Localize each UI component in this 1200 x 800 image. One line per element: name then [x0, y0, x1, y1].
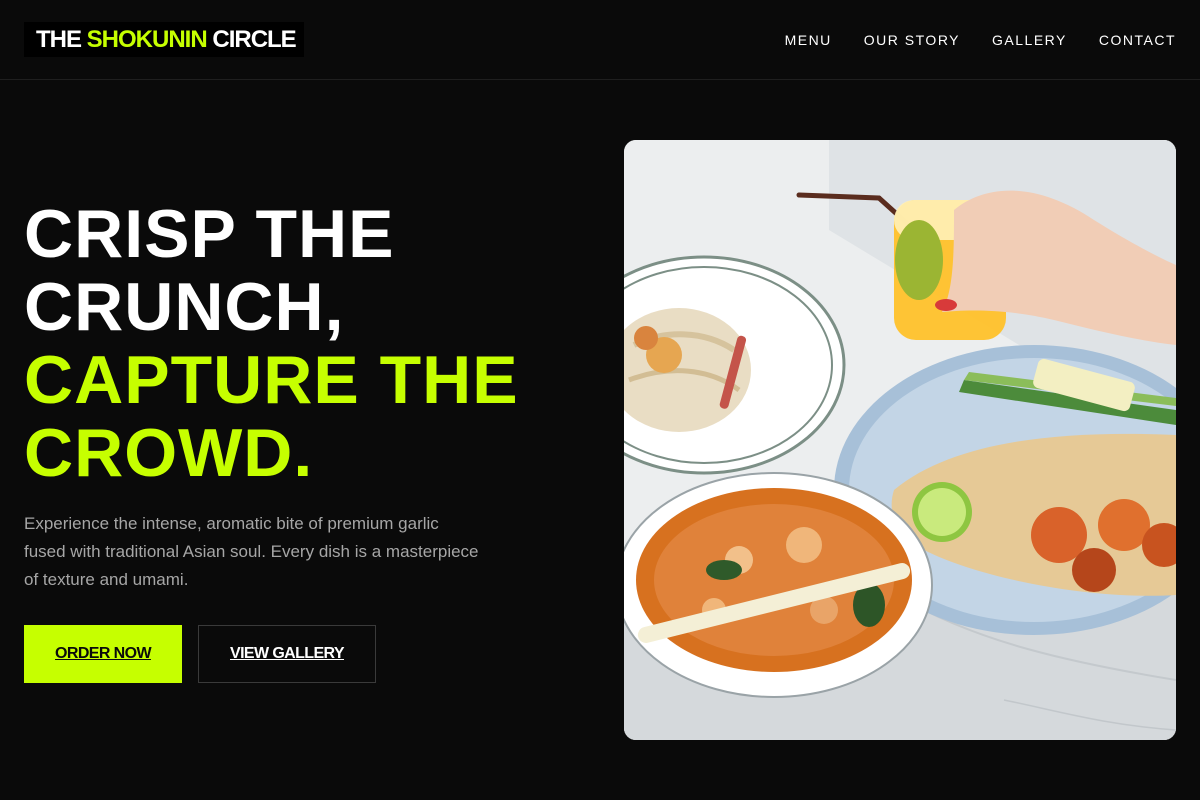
nav-link-contact[interactable]: CONTACT	[1099, 31, 1176, 49]
hero-headline: CRISP THE CRUNCH, CAPTURE THE CROWD.	[24, 198, 584, 490]
nav-link-gallery[interactable]: GALLERY	[992, 31, 1067, 49]
logo-text-shokunin: SHOKUNIN	[86, 26, 208, 53]
soup-bowl	[624, 472, 933, 698]
site-header: THE SHOKUNIN CIRCLE MENU OUR STORY GALLE…	[0, 0, 1200, 80]
headline-line-2: CRUNCH,	[24, 269, 345, 345]
main-nav: MENU OUR STORY GALLERY CONTACT	[785, 31, 1176, 49]
nav-link-menu[interactable]: MENU	[785, 31, 832, 49]
headline-line-3: CAPTURE THE	[24, 342, 519, 418]
order-now-button[interactable]: ORDER NOW	[24, 625, 182, 683]
headline-line-4: CROWD.	[24, 415, 314, 491]
hero-food-image	[624, 140, 1176, 740]
view-gallery-button[interactable]: VIEW GALLERY	[198, 625, 376, 683]
hero-description: Experience the intense, aromatic bite of…	[24, 514, 479, 589]
logo-text-circle: CIRCLE	[206, 26, 296, 53]
headline-line-1: CRISP THE	[24, 196, 395, 272]
nav-link-our-story[interactable]: OUR STORY	[864, 31, 960, 49]
logo-text-the: THE	[36, 26, 87, 53]
logo[interactable]: THE SHOKUNIN CIRCLE	[24, 22, 304, 57]
